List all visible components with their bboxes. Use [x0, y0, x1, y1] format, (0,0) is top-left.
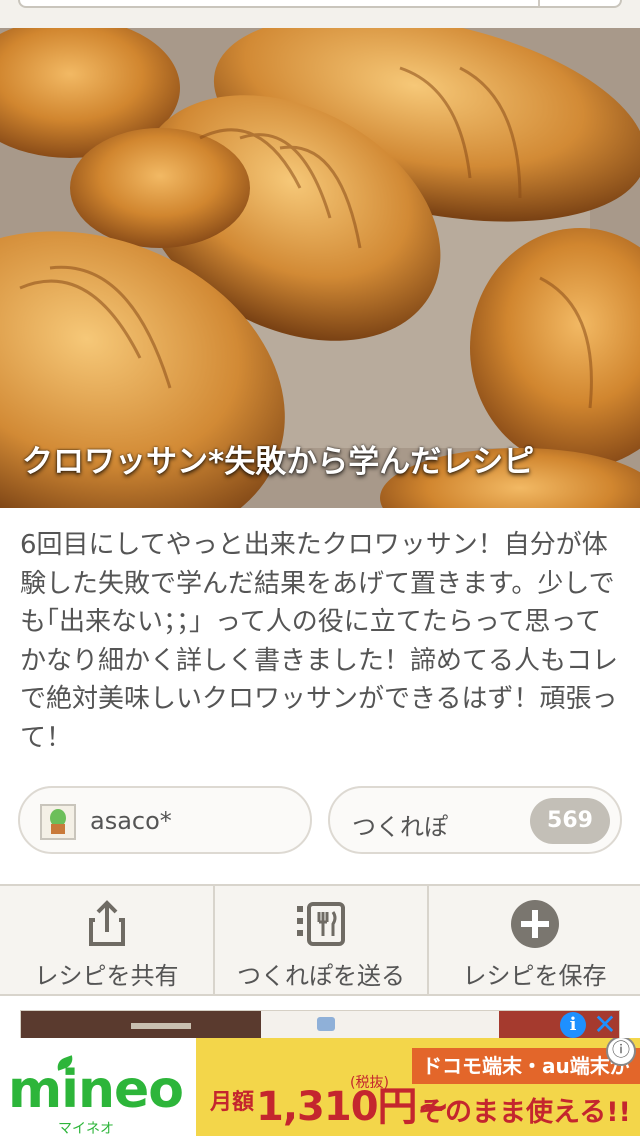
share-recipe-label: レシピを共有	[34, 962, 179, 990]
recipe-meta-chips: asaco* つくれぽ 569	[18, 786, 622, 854]
save-recipe-label: レシピを保存	[462, 962, 607, 990]
ad-close-icon[interactable]: ✕	[590, 1010, 620, 1040]
ad-brand-logo: mineo	[8, 1060, 184, 1120]
search-divider	[538, 0, 540, 6]
send-tsukurepo-label: つくれぽを送る	[237, 962, 405, 990]
ad-image-block	[131, 1023, 191, 1029]
author-chip[interactable]: asaco*	[18, 786, 312, 854]
save-plus-icon	[510, 900, 559, 948]
share-icon	[88, 900, 125, 946]
send-tsukurepo-button[interactable]: つくれぽを送る	[215, 886, 429, 996]
share-recipe-button[interactable]: レシピを共有	[0, 886, 215, 996]
ad-image-block	[317, 1017, 335, 1031]
recipe-title: クロワッサン*失敗から学んだレシピ	[22, 444, 535, 480]
author-name: asaco*	[90, 807, 172, 835]
tsukurepo-label: つくれぽ	[352, 813, 448, 841]
recipe-description: 6回目にしてやっと出来たクロワッサン！自分が体験した失敗で学んだ結果をあげて置き…	[20, 530, 619, 753]
top-search-bar	[0, 0, 640, 28]
avatar	[40, 804, 76, 840]
save-recipe-button[interactable]: レシピを保存	[429, 886, 640, 996]
tsukurepo-chip[interactable]: つくれぽ 569	[328, 786, 622, 854]
ad-price-label: 月額	[210, 1090, 255, 1115]
recipe-action-bar: レシピを共有 つくれぽを送る レシピを保存	[0, 884, 640, 996]
ad-tagline: そのまま使える!!	[418, 1097, 631, 1128]
avatar-cactus-icon	[42, 806, 74, 838]
recipe-hero-image: クロワッサン*失敗から学んだレシピ	[0, 28, 640, 508]
search-input[interactable]	[18, 0, 622, 8]
tsukurepo-count-badge: 569	[530, 798, 610, 844]
send-report-icon	[297, 902, 345, 946]
mineo-ad-banner[interactable]: mineo マイネオ 月額 (税抜) 1,310円~ ドコモ端末・au端末が そ…	[0, 1038, 640, 1136]
ad-banner-image[interactable]	[20, 1010, 620, 1040]
ad-brand-kana: マイネオ	[58, 1121, 114, 1136]
adchoices-icon[interactable]: i	[560, 1012, 586, 1038]
